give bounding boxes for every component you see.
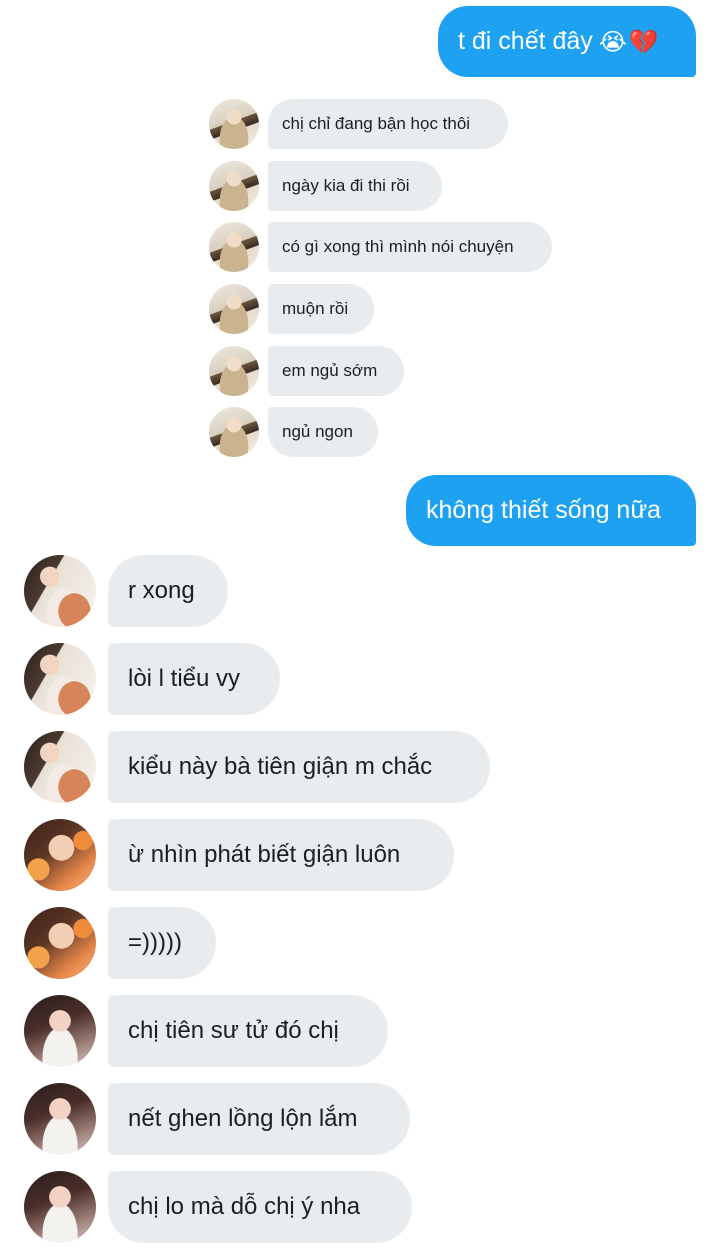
message-bubble-incoming[interactable]: có gì xong thì mình nói chuyện: [268, 222, 552, 272]
message-bubble-incoming[interactable]: ừ nhìn phát biết giận luôn: [108, 819, 454, 891]
sender-avatar[interactable]: [24, 995, 96, 1067]
message-text: chị tiên sư tử đó chị: [128, 1017, 339, 1044]
message-text: ngày kia đi thi rồi: [282, 176, 410, 195]
sender-avatar[interactable]: [209, 222, 259, 272]
sender-avatar[interactable]: [209, 99, 259, 149]
sender-avatar[interactable]: [24, 731, 96, 803]
sender-avatar[interactable]: [24, 819, 96, 891]
message-text: ngủ ngon: [282, 422, 353, 441]
sender-avatar[interactable]: [24, 1083, 96, 1155]
message-bubble-incoming[interactable]: ngủ ngon: [268, 407, 378, 457]
message-bubble-outgoing[interactable]: t đi chết đây 😭💔: [438, 6, 696, 77]
message-bubble-incoming[interactable]: lòi l tiểu vy: [108, 643, 280, 715]
message-text: =))))): [128, 929, 182, 956]
sender-avatar[interactable]: [209, 284, 259, 334]
message-bubble-incoming[interactable]: em ngủ sớm: [268, 346, 404, 396]
sender-avatar[interactable]: [209, 346, 259, 396]
crying-broken-heart-emoji-icon: 😭💔: [598, 27, 661, 56]
message-bubble-incoming[interactable]: =))))): [108, 907, 216, 979]
message-text: chị chỉ đang bận học thôi: [282, 114, 471, 133]
message-text: có gì xong thì mình nói chuyện: [282, 237, 514, 256]
message-bubble-incoming[interactable]: chị tiên sư tử đó chị: [108, 995, 388, 1067]
message-text: muộn rồi: [282, 299, 349, 318]
sender-avatar[interactable]: [209, 161, 259, 211]
message-text: kiểu này bà tiên giận m chắc: [128, 753, 433, 780]
message-bubble-incoming[interactable]: ngày kia đi thi rồi: [268, 161, 442, 211]
message-text: lòi l tiểu vy: [128, 665, 241, 692]
message-text: ừ nhìn phát biết giận luôn: [128, 841, 401, 868]
message-bubble-incoming[interactable]: chị chỉ đang bận học thôi: [268, 99, 508, 149]
message-bubble-incoming[interactable]: kiểu này bà tiên giận m chắc: [108, 731, 490, 803]
message-bubble-incoming[interactable]: chị lo mà dỗ chị ý nha: [108, 1171, 412, 1243]
message-text: nết ghen lồng lộn lắm: [128, 1105, 358, 1132]
message-bubble-incoming[interactable]: nết ghen lồng lộn lắm: [108, 1083, 410, 1155]
message-bubble-outgoing[interactable]: không thiết sống nữa: [406, 475, 696, 546]
message-text: t đi chết đây: [458, 27, 593, 55]
message-text: em ngủ sớm: [282, 361, 378, 380]
sender-avatar[interactable]: [24, 907, 96, 979]
message-text: r xong: [128, 577, 195, 604]
sender-avatar[interactable]: [24, 643, 96, 715]
message-text: không thiết sống nữa: [426, 496, 661, 524]
sender-avatar[interactable]: [24, 555, 96, 627]
message-bubble-incoming[interactable]: muộn rồi: [268, 284, 374, 334]
message-bubble-incoming[interactable]: r xong: [108, 555, 228, 627]
sender-avatar[interactable]: [209, 407, 259, 457]
sender-avatar[interactable]: [24, 1171, 96, 1243]
message-text: chị lo mà dỗ chị ý nha: [128, 1193, 361, 1220]
